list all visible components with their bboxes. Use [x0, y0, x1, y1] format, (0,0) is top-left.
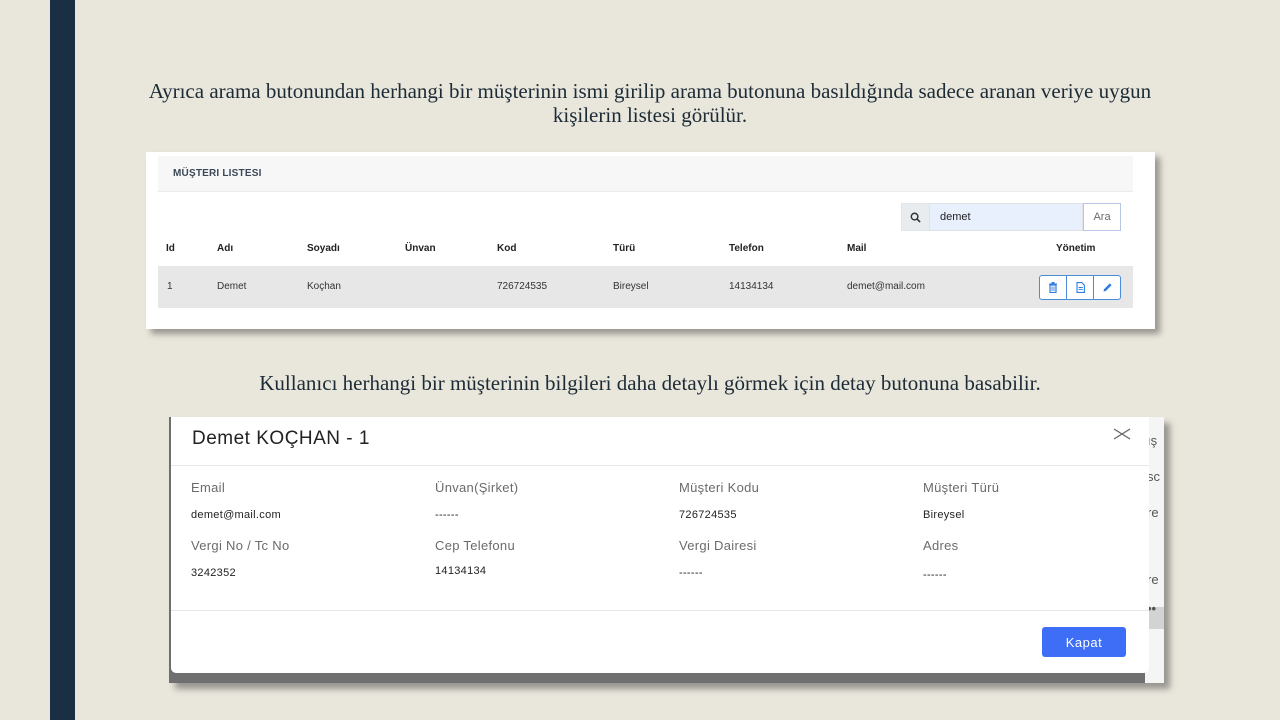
- trash-icon: [1049, 282, 1057, 293]
- close-button[interactable]: Kapat: [1042, 627, 1126, 657]
- field-label-vergi-no: Vergi No / Tc No: [191, 538, 290, 553]
- modal-title: Demet KOÇHAN - 1: [192, 428, 370, 449]
- modal-footer-divider: [171, 610, 1149, 611]
- search-icon[interactable]: [901, 203, 929, 231]
- field-value-musteri-kodu: 726724535: [679, 509, 737, 521]
- field-label-musteri-turu: Müşteri Türü: [923, 480, 1000, 495]
- cell-tur: Bireysel: [613, 281, 649, 292]
- column-header-id: Id: [166, 243, 175, 254]
- row-actions: [1039, 275, 1121, 300]
- field-label-cep-telefonu: Cep Telefonu: [435, 538, 515, 553]
- detail-button[interactable]: [1067, 276, 1094, 299]
- document-icon: [1075, 282, 1085, 293]
- close-icon[interactable]: [1111, 423, 1133, 445]
- field-label-vergi-dairesi: Vergi Dairesi: [679, 538, 757, 553]
- column-header-yonetim: Yönetim: [1056, 243, 1096, 254]
- caption-search: Ayrıca arama butonundan herhangi bir müş…: [148, 79, 1152, 127]
- pencil-icon: [1103, 283, 1112, 292]
- field-value-unvan: ------: [435, 509, 459, 521]
- cell-soyad: Koçhan: [307, 281, 341, 292]
- field-label-unvan: Ünvan(Şirket): [435, 480, 519, 495]
- modal-header-divider: [171, 465, 1149, 466]
- field-value-vergi-dairesi: ------: [679, 567, 703, 579]
- column-header-kod: Kod: [497, 243, 517, 254]
- customer-list-title: MÜŞTERI LISTESI: [158, 156, 1133, 192]
- field-label-musteri-kodu: Müşteri Kodu: [679, 480, 760, 495]
- search-input[interactable]: [929, 203, 1083, 231]
- cell-mail: demet@mail.com: [847, 281, 925, 292]
- field-value-cep-telefonu: 14134134: [435, 565, 487, 577]
- column-header-ad: Adı: [217, 243, 234, 254]
- field-value-adres: ------: [923, 569, 947, 581]
- cell-id: 1: [167, 281, 173, 292]
- column-header-tur: Türü: [613, 243, 636, 254]
- column-header-mail: Mail: [847, 243, 867, 254]
- field-label-adres: Adres: [923, 538, 959, 553]
- cell-ad: Demet: [217, 281, 247, 292]
- field-value-vergi-no: 3242352: [191, 567, 236, 579]
- column-header-unvan: Ünvan: [405, 243, 436, 254]
- left-accent-bar: [50, 0, 75, 720]
- customer-detail-modal: Demet KOÇHAN - 1 Email Ünvan(Şirket) Müş…: [171, 417, 1149, 673]
- cell-telefon: 14134134: [729, 281, 774, 292]
- table-row: 1 Demet Koçhan 726724535 Bireysel 141341…: [158, 266, 1133, 308]
- delete-button[interactable]: [1040, 276, 1067, 299]
- detail-modal-screenshot: ış sc re re •• Demet KOÇHAN - 1 Email Ün…: [169, 417, 1164, 683]
- search-bar: Ara: [901, 203, 1121, 231]
- customer-list-screenshot: MÜŞTERI LISTESI Ara Id Adı Soyadı Ünvan …: [146, 152, 1155, 329]
- column-header-telefon: Telefon: [729, 243, 764, 254]
- field-value-musteri-turu: Bireysel: [923, 509, 965, 521]
- search-button[interactable]: Ara: [1083, 203, 1121, 231]
- caption-detail: Kullanıcı herhangi bir müşterinin bilgil…: [259, 371, 1041, 395]
- edit-button[interactable]: [1094, 276, 1120, 299]
- field-value-email: demet@mail.com: [191, 509, 281, 521]
- customer-list-panel: MÜŞTERI LISTESI Ara Id Adı Soyadı Ünvan …: [158, 156, 1133, 308]
- column-header-soyad: Soyadı: [307, 243, 340, 254]
- cell-kod: 726724535: [497, 281, 548, 292]
- field-label-email: Email: [191, 480, 226, 495]
